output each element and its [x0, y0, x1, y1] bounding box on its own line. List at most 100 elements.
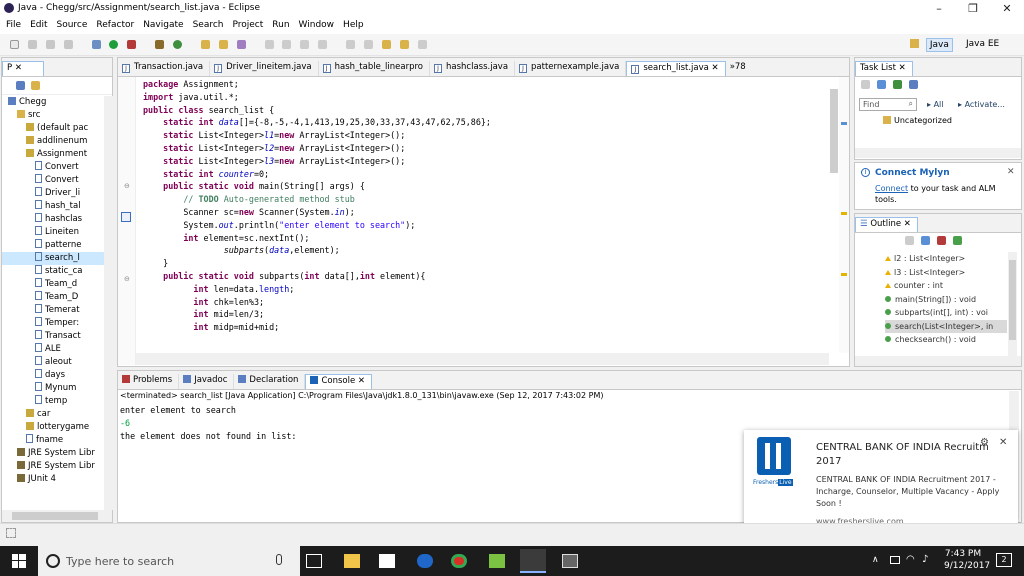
tree-item[interactable]: search_l — [2, 252, 104, 265]
hide-nonpublic-icon[interactable] — [952, 236, 962, 245]
tree-item[interactable]: Transact — [2, 330, 104, 343]
tree-item[interactable]: Chegg — [2, 96, 104, 109]
fast-view-icon[interactable] — [6, 528, 16, 538]
editor-tab[interactable]: Jhashclass.java — [430, 61, 516, 76]
menu-help[interactable]: Help — [343, 17, 364, 34]
back-icon[interactable] — [399, 40, 409, 49]
link-editor-icon[interactable] — [30, 81, 40, 90]
volume-icon[interactable]: ♪ — [922, 554, 928, 565]
tab-task-list[interactable]: Task List ✕ — [855, 61, 913, 76]
tree-item[interactable]: ALE — [2, 343, 104, 356]
collapse-all-icon[interactable] — [16, 81, 25, 90]
outline-item[interactable]: main(String[]) : void — [885, 293, 1007, 307]
coverage-icon[interactable] — [127, 40, 137, 49]
editor-tab[interactable]: J Driver_lineitem.java — [210, 61, 319, 76]
tree-item[interactable]: lotterygame — [2, 421, 104, 434]
outline-item[interactable]: subparts(int[], int) : voi — [885, 306, 1007, 320]
wifi-icon[interactable]: ◠ — [906, 554, 915, 565]
tree-item[interactable]: (default pac — [2, 122, 104, 135]
outline-item[interactable]: counter : int — [885, 279, 1007, 293]
tree-item[interactable]: Temerat — [2, 304, 104, 317]
annotation-icon[interactable] — [264, 40, 274, 49]
calculator-icon[interactable] — [562, 554, 578, 568]
task-activate-link[interactable]: ▸ Activate... — [958, 100, 1005, 109]
tab-javadoc[interactable]: Javadoc — [179, 374, 235, 389]
tree-item[interactable]: car — [2, 408, 104, 421]
tree-item[interactable]: aleout — [2, 356, 104, 369]
tree-item[interactable]: JRE System Libr — [2, 460, 104, 473]
task-find-input[interactable]: Find ⌕ — [859, 98, 917, 111]
minimize-button[interactable]: – — [922, 0, 956, 17]
editor-tab[interactable]: J Transaction.java — [118, 61, 211, 76]
open-perspective-icon[interactable] — [910, 39, 919, 48]
tab-package-explorer[interactable]: P ✕ — [2, 61, 44, 76]
tree-item[interactable]: Lineiten — [2, 226, 104, 239]
hide-static-icon[interactable] — [936, 236, 946, 245]
menu-navigate[interactable]: Navigate — [143, 17, 183, 34]
menu-search[interactable]: Search — [193, 17, 224, 34]
perspective-java[interactable]: Java — [910, 38, 953, 52]
restore-button[interactable]: ❐ — [956, 0, 990, 17]
code-content[interactable]: package Assignment; import java.util.*; pu… — [143, 78, 823, 348]
tree-item[interactable]: Assignment — [2, 148, 104, 161]
search-icon[interactable] — [236, 40, 246, 49]
tree-item[interactable]: Temper: — [2, 317, 104, 330]
editor-tab[interactable]: Jhash_table_linearpro — [319, 61, 430, 76]
menu-edit[interactable]: Edit — [30, 17, 47, 34]
tab-declaration[interactable]: Declaration — [234, 374, 306, 389]
menu-window[interactable]: Window — [299, 17, 335, 34]
chevron-up-icon[interactable]: ∧ — [872, 555, 879, 565]
windows-start-icon[interactable] — [12, 554, 26, 568]
task-all-filter[interactable]: ▸ All — [927, 100, 943, 109]
sort-icon[interactable] — [905, 236, 914, 245]
task-category[interactable]: Uncategorized — [883, 116, 952, 125]
tree-item[interactable]: Team_D — [2, 291, 104, 304]
forward-icon[interactable] — [417, 40, 427, 49]
editor-tab-overflow[interactable]: »78 — [726, 61, 752, 76]
editor-tab[interactable]: Jsearch_list.java ✕ — [626, 61, 726, 76]
fold-marker[interactable]: ⊖ — [124, 275, 130, 283]
action-center-icon[interactable]: 2 — [996, 553, 1012, 567]
tree-item[interactable]: Team_d — [2, 278, 104, 291]
tree-item[interactable]: JUnit 4 — [2, 473, 104, 486]
whitespace-icon[interactable] — [318, 40, 328, 49]
overview-marker[interactable] — [841, 122, 847, 125]
save-icon[interactable] — [27, 40, 37, 49]
tree-item[interactable]: patterne — [2, 239, 104, 252]
outline-hscrollbar[interactable] — [855, 356, 1021, 366]
chrome-icon[interactable] — [451, 554, 467, 568]
run-icon[interactable] — [109, 40, 119, 49]
gear-icon[interactable]: ⚙ — [980, 437, 989, 448]
categorize-icon[interactable] — [876, 80, 886, 89]
explorer-vscrollbar[interactable] — [104, 96, 113, 510]
new-java-project-icon[interactable] — [155, 40, 165, 49]
tree-item[interactable]: Convert — [2, 161, 104, 174]
new-icon[interactable] — [10, 40, 19, 49]
overview-marker[interactable] — [841, 273, 847, 276]
file-explorer-icon[interactable] — [344, 554, 360, 568]
next-annotation-icon[interactable] — [346, 40, 355, 49]
clock[interactable]: 7:43 PM 9/12/2017 — [944, 549, 990, 571]
hide-fields-icon[interactable] — [920, 236, 930, 245]
tree-item[interactable]: Convert — [2, 174, 104, 187]
tree-item[interactable]: fname — [2, 434, 104, 447]
fold-marker[interactable]: ⊖ — [124, 182, 130, 190]
tree-item[interactable]: hashclas — [2, 213, 104, 226]
toggle-mark-icon[interactable] — [282, 40, 292, 49]
new-class-icon[interactable] — [173, 40, 182, 49]
microphone-icon[interactable] — [276, 554, 282, 565]
task-hscrollbar[interactable] — [855, 148, 1021, 158]
open-type-icon[interactable] — [218, 40, 228, 49]
outline-item[interactable]: l2 : List<Integer> — [885, 252, 1007, 266]
menu-source[interactable]: Source — [57, 17, 88, 34]
tab-outline[interactable]: ☰ Outline ✕ — [855, 217, 918, 232]
prev-annotation-icon[interactable] — [363, 40, 373, 49]
tab-console[interactable]: Console ✕ — [305, 374, 373, 389]
close-tab-icon[interactable]: ✕ — [355, 376, 365, 386]
outline-vscrollbar[interactable] — [1008, 252, 1017, 356]
tree-item[interactable]: temp — [2, 395, 104, 408]
edge-icon[interactable] — [417, 554, 433, 568]
outline-item[interactable]: search(List<Integer>, in — [885, 319, 1007, 333]
editor-vscrollbar[interactable] — [829, 77, 838, 353]
mylyn-close-icon[interactable]: ✕ — [1007, 167, 1015, 177]
